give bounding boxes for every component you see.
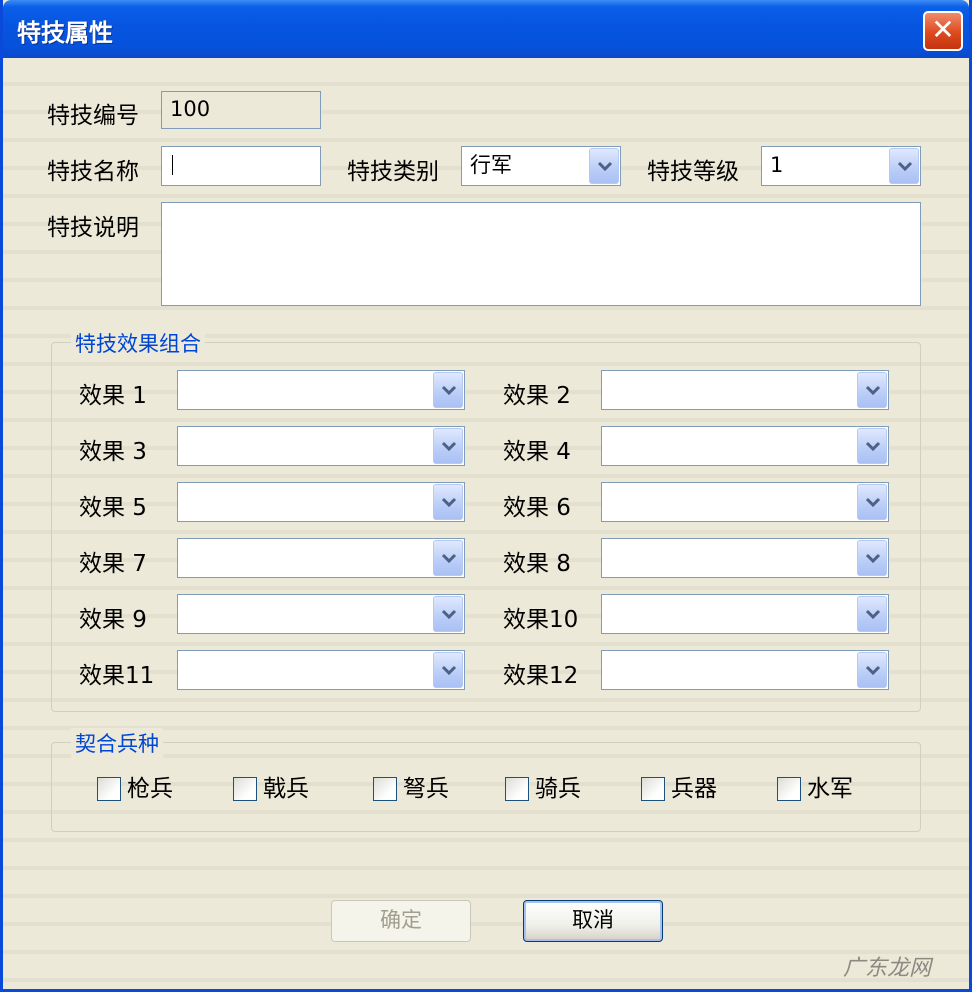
name-input[interactable] (161, 146, 321, 186)
name-label: 特技名称 (47, 159, 139, 185)
checkbox-box[interactable] (233, 777, 257, 801)
close-icon: ✕ (931, 13, 955, 46)
desc-label: 特技说明 (47, 215, 139, 241)
category-value: 行军 (470, 153, 512, 177)
level-value: 1 (770, 153, 784, 177)
effect-select-12[interactable] (601, 650, 889, 690)
chevron-down-icon[interactable] (433, 372, 463, 408)
troop-checkbox-halberd[interactable]: 戟兵 (233, 774, 323, 804)
effect-select-4[interactable] (601, 426, 889, 466)
chevron-down-icon[interactable] (857, 596, 887, 632)
checkbox-box[interactable] (97, 777, 121, 801)
chevron-down-icon[interactable] (433, 540, 463, 576)
chevron-down-icon[interactable] (589, 148, 619, 184)
chevron-down-icon[interactable] (857, 428, 887, 464)
effect-select-5[interactable] (177, 482, 465, 522)
effect-select-3[interactable] (177, 426, 465, 466)
checkbox-box[interactable] (777, 777, 801, 801)
effect-label-6: 效果 6 (503, 495, 571, 521)
troop-checkbox-cavalry[interactable]: 骑兵 (505, 774, 595, 804)
effect-select-10[interactable] (601, 594, 889, 634)
effect-label-9: 效果 9 (79, 607, 147, 633)
dialog-window: 特技属性 ✕ 特技编号 100 特技名称 特技类别 行军 特技等级 1 特技说明 (0, 0, 972, 992)
chevron-down-icon[interactable] (857, 652, 887, 688)
troop-checkbox-crossbow[interactable]: 弩兵 (373, 774, 463, 804)
title-bar[interactable]: 特技属性 ✕ (3, 0, 969, 58)
effect-select-9[interactable] (177, 594, 465, 634)
troops-group-title: 契合兵种 (71, 728, 163, 758)
effect-label-4: 效果 4 (503, 439, 571, 465)
checkbox-box[interactable] (505, 777, 529, 801)
category-label: 特技类别 (347, 159, 439, 185)
chevron-down-icon[interactable] (889, 148, 919, 184)
id-field: 100 (161, 91, 321, 129)
effect-select-6[interactable] (601, 482, 889, 522)
troop-checkbox-spear[interactable]: 枪兵 (97, 774, 187, 804)
level-select[interactable]: 1 (761, 146, 921, 186)
dialog-client-area: 特技编号 100 特技名称 特技类别 行军 特技等级 1 特技说明 特技效果组合… (3, 58, 969, 989)
chevron-down-icon[interactable] (433, 652, 463, 688)
effect-label-8: 效果 8 (503, 551, 571, 577)
effect-label-5: 效果 5 (79, 495, 147, 521)
effect-select-8[interactable] (601, 538, 889, 578)
effect-select-7[interactable] (177, 538, 465, 578)
chevron-down-icon[interactable] (857, 372, 887, 408)
chevron-down-icon[interactable] (433, 596, 463, 632)
cancel-button[interactable]: 取消 (523, 900, 663, 942)
window-title: 特技属性 (17, 19, 113, 47)
effect-label-12: 效果12 (503, 663, 579, 689)
level-label: 特技等级 (647, 159, 739, 185)
close-button[interactable]: ✕ (923, 11, 963, 51)
ok-button[interactable]: 确定 (331, 900, 471, 942)
troop-checkbox-siege[interactable]: 兵器 (641, 774, 731, 804)
effect-label-3: 效果 3 (79, 439, 147, 465)
watermark-text: 广东龙网 (843, 956, 932, 981)
troop-checkbox-navy[interactable]: 水军 (777, 774, 867, 804)
effect-label-7: 效果 7 (79, 551, 147, 577)
chevron-down-icon[interactable] (857, 484, 887, 520)
category-select[interactable]: 行军 (461, 146, 621, 186)
effect-label-1: 效果 1 (79, 383, 147, 409)
chevron-down-icon[interactable] (857, 540, 887, 576)
desc-textarea[interactable] (161, 202, 921, 306)
chevron-down-icon[interactable] (433, 484, 463, 520)
effect-select-11[interactable] (177, 650, 465, 690)
effect-label-2: 效果 2 (503, 383, 571, 409)
checkbox-box[interactable] (373, 777, 397, 801)
effect-label-11: 效果11 (79, 663, 155, 689)
effect-select-1[interactable] (177, 370, 465, 410)
effect-label-10: 效果10 (503, 607, 579, 633)
checkbox-box[interactable] (641, 777, 665, 801)
effects-group-title: 特技效果组合 (71, 328, 205, 358)
id-label: 特技编号 (47, 103, 139, 129)
text-cursor (172, 155, 173, 175)
chevron-down-icon[interactable] (433, 428, 463, 464)
effect-select-2[interactable] (601, 370, 889, 410)
